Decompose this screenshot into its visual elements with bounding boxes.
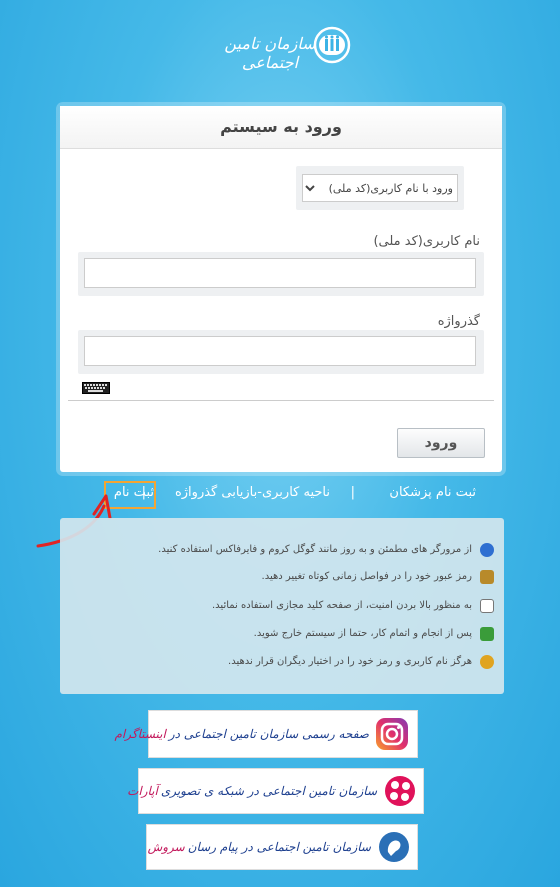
banner-text: صفحه رسمی سازمان تامین اجتماعی در	[168, 727, 369, 741]
key-icon	[480, 570, 494, 584]
form-divider	[68, 400, 494, 401]
instagram-banner[interactable]: صفحه رسمی سازمان تامین اجتماعی در اینستاگ…	[114, 710, 418, 758]
login-card: ورود به سیستم ورود با نام کاربری(کد ملی)…	[60, 106, 502, 472]
username-label: نام کاربری(کد ملی)	[373, 234, 480, 249]
login-submit-button[interactable]: ورود	[397, 428, 485, 458]
banner-text: سازمان تامین اجتماعی در پیام رسان	[187, 840, 371, 854]
password-wrapper	[78, 330, 484, 374]
username-input[interactable]	[84, 258, 476, 288]
tamin-logo-icon	[313, 26, 351, 64]
soroush-icon	[379, 832, 409, 862]
aparat-icon	[385, 776, 415, 806]
login-method-wrapper: ورود با نام کاربری(کد ملی)	[296, 166, 464, 210]
instagram-icon	[376, 718, 408, 750]
virtual-keyboard-icon	[480, 599, 494, 613]
banner-accent: اینستاگرام	[114, 727, 166, 741]
tip-text: به منظور بالا بردن امنیت، از صفحه کلید م…	[212, 600, 472, 611]
tip-text: رمز عبور خود را در فواصل زمانی کوتاه تغی…	[261, 571, 472, 582]
tip-item: از مرورگر های مطمئن و به روز مانند گوگل …	[74, 542, 494, 562]
username-wrapper	[78, 252, 484, 296]
virtual-keyboard-icon[interactable]	[82, 382, 110, 394]
password-input[interactable]	[84, 336, 476, 366]
tip-text: از مرورگر های مطمئن و به روز مانند گوگل …	[158, 544, 472, 555]
browser-icon	[480, 543, 494, 557]
security-tips-panel: از مرورگر های مطمئن و به روز مانند گوگل …	[60, 518, 504, 694]
doctor-register-link[interactable]: ثبت نام پزشکان	[389, 485, 476, 500]
instagram-banner-text: صفحه رسمی سازمان تامین اجتماعی در اینستاگ…	[114, 711, 369, 757]
aparat-banner[interactable]: سازمان تامین اجتماعی در شبکه ی تصویری آپا…	[127, 768, 424, 814]
privacy-icon	[480, 655, 494, 669]
tip-item: به منظور بالا بردن امنیت، از صفحه کلید م…	[74, 598, 494, 618]
login-title: ورود به سیستم	[60, 106, 502, 149]
link-separator: |	[350, 485, 355, 500]
aparat-banner-text: سازمان تامین اجتماعی در شبکه ی تصویری آپا…	[127, 769, 377, 813]
user-area-link[interactable]: ناحیه کاربری-بازیابی گذرواژه	[175, 485, 330, 500]
tip-item: هرگز نام کاربری و رمز خود را در اختیار د…	[74, 654, 494, 674]
tip-item: رمز عبور خود را در فواصل زمانی کوتاه تغی…	[74, 569, 494, 589]
password-label: گذرواژه	[437, 314, 480, 329]
soroush-banner[interactable]: سازمان تامین اجتماعی در پیام رسان سروش	[146, 824, 418, 870]
login-method-select[interactable]: ورود با نام کاربری(کد ملی)	[302, 174, 458, 202]
tip-item: پس از انجام و اتمام کار، حتما از سیستم خ…	[74, 626, 494, 646]
soroush-banner-text: سازمان تامین اجتماعی در پیام رسان سروش	[148, 825, 371, 869]
banner-accent: آپارات	[127, 784, 158, 798]
exit-icon	[480, 627, 494, 641]
banner-text: سازمان تامین اجتماعی در شبکه ی تصویری	[160, 784, 377, 798]
tip-text: پس از انجام و اتمام کار، حتما از سیستم خ…	[253, 628, 472, 639]
header: سازمان تامین اجتماعی	[0, 22, 560, 72]
tip-text: هرگز نام کاربری و رمز خود را در اختیار د…	[228, 656, 472, 667]
banner-accent: سروش	[147, 840, 185, 854]
